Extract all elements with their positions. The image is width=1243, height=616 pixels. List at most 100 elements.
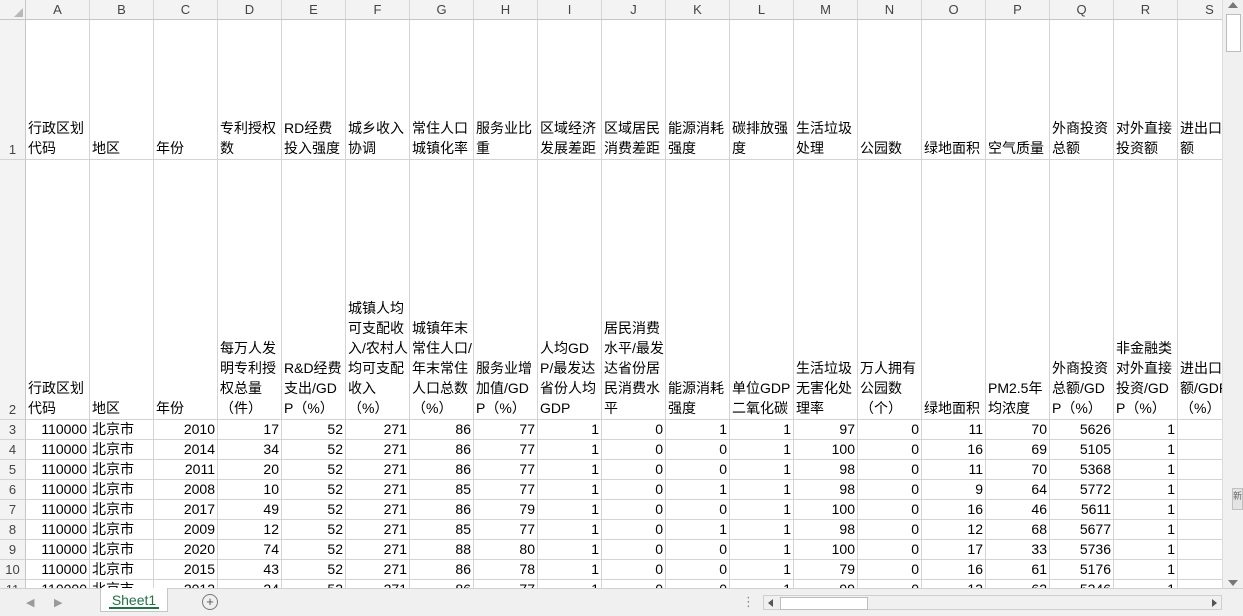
data-cell[interactable]: 北京市 [90, 520, 154, 540]
data-cell[interactable]: 0 [858, 580, 922, 588]
data-cell[interactable]: 77 [474, 580, 538, 588]
data-cell[interactable]: 271 [346, 540, 410, 560]
data-cell[interactable]: 2012 [154, 580, 218, 588]
data-cell[interactable]: 79 [474, 500, 538, 520]
data-cell[interactable]: 52 [282, 440, 346, 460]
data-cell[interactable]: 2010 [154, 420, 218, 440]
data-cell[interactable]: 1 [1114, 580, 1178, 588]
data-cell[interactable]: 0 [666, 580, 730, 588]
header-cell[interactable]: 年份 [154, 20, 218, 160]
data-cell[interactable]: 北京市 [90, 480, 154, 500]
column-header-n[interactable]: N [858, 0, 922, 20]
row-header-11[interactable]: 11 [0, 580, 26, 588]
data-cell[interactable]: 16 [922, 440, 986, 460]
data-cell[interactable]: 110000 [26, 460, 90, 480]
data-cell[interactable]: 北京市 [90, 580, 154, 588]
header-cell[interactable]: 人均GDP/最发达省份人均GDP [538, 160, 602, 420]
header-cell[interactable]: 年份 [154, 160, 218, 420]
data-cell[interactable]: 0 [666, 500, 730, 520]
row-header-6[interactable]: 6 [0, 480, 26, 500]
data-cell[interactable]: 43 [218, 560, 282, 580]
data-cell[interactable]: 12 [1178, 520, 1222, 540]
header-cell[interactable]: 绿地面积 [922, 160, 986, 420]
data-cell[interactable]: 北京市 [90, 420, 154, 440]
data-cell[interactable]: 北京市 [90, 460, 154, 480]
sheet-tab-sheet1[interactable]: Sheet1 [100, 588, 168, 612]
data-cell[interactable]: 1 [1114, 440, 1178, 460]
data-cell[interactable]: 1 [730, 560, 794, 580]
data-cell[interactable]: 52 [282, 480, 346, 500]
row-header-1[interactable]: 1 [0, 20, 26, 160]
select-all-corner[interactable] [0, 0, 26, 20]
header-cell[interactable]: 行政区划代码 [26, 160, 90, 420]
column-header-g[interactable]: G [410, 0, 474, 20]
row-header-8[interactable]: 8 [0, 520, 26, 540]
data-cell[interactable]: 1 [666, 420, 730, 440]
row-header-10[interactable]: 10 [0, 560, 26, 580]
data-cell[interactable]: 0 [858, 520, 922, 540]
scroll-left-arrow-icon[interactable] [768, 599, 773, 607]
data-cell[interactable]: 80 [474, 540, 538, 560]
data-cell[interactable]: 12 [1178, 580, 1222, 588]
header-cell[interactable]: 生活垃圾处理 [794, 20, 858, 160]
data-cell[interactable]: 5246 [1050, 580, 1114, 588]
data-cell[interactable]: 52 [282, 580, 346, 588]
data-cell[interactable]: 1 [1114, 540, 1178, 560]
data-cell[interactable]: 1 [666, 480, 730, 500]
data-cell[interactable]: 110000 [26, 540, 90, 560]
data-cell[interactable]: 0 [858, 560, 922, 580]
data-cell[interactable]: 1 [730, 500, 794, 520]
header-cell[interactable]: 城镇年末常住人口/年末常住人口总数（%） [410, 160, 474, 420]
header-cell[interactable]: 服务业比重 [474, 20, 538, 160]
data-cell[interactable]: 北京市 [90, 440, 154, 460]
row-header-4[interactable]: 4 [0, 440, 26, 460]
data-cell[interactable]: 77 [474, 420, 538, 440]
data-cell[interactable]: 12 [1178, 500, 1222, 520]
data-cell[interactable]: 0 [602, 540, 666, 560]
column-header-k[interactable]: K [666, 0, 730, 20]
data-cell[interactable]: 52 [282, 520, 346, 540]
column-header-l[interactable]: L [730, 0, 794, 20]
data-cell[interactable]: 2008 [154, 480, 218, 500]
header-cell[interactable]: 地区 [90, 160, 154, 420]
header-cell[interactable]: 万人拥有公园数（个） [858, 160, 922, 420]
data-cell[interactable]: 11 [1178, 440, 1222, 460]
data-cell[interactable]: 1 [1114, 500, 1178, 520]
data-cell[interactable]: 0 [666, 460, 730, 480]
side-panel-tab[interactable]: 新 [1232, 488, 1243, 510]
header-cell[interactable]: 进出口总额/GDP（%） [1178, 160, 1222, 420]
data-cell[interactable]: 1 [538, 540, 602, 560]
data-cell[interactable]: 99 [794, 580, 858, 588]
data-cell[interactable]: 0 [666, 560, 730, 580]
column-header-q[interactable]: Q [1050, 0, 1114, 20]
header-cell[interactable]: 地区 [90, 20, 154, 160]
data-cell[interactable]: 1 [1114, 520, 1178, 540]
data-cell[interactable]: 110000 [26, 500, 90, 520]
data-cell[interactable]: 1 [538, 520, 602, 540]
data-cell[interactable]: 北京市 [90, 500, 154, 520]
header-cell[interactable]: 生活垃圾无害化处理率 [794, 160, 858, 420]
data-cell[interactable]: 16 [922, 560, 986, 580]
header-cell[interactable]: 碳排放强度 [730, 20, 794, 160]
data-cell[interactable]: 北京市 [90, 560, 154, 580]
data-cell[interactable]: 2014 [154, 440, 218, 460]
data-cell[interactable]: 16 [922, 500, 986, 520]
row-header-2[interactable]: 2 [0, 160, 26, 420]
column-header-c[interactable]: C [154, 0, 218, 20]
data-cell[interactable]: 52 [282, 560, 346, 580]
header-cell[interactable]: 服务业增加值/GDP（%） [474, 160, 538, 420]
column-header-a[interactable]: A [26, 0, 90, 20]
horizontal-scroll-thumb[interactable] [780, 597, 868, 610]
horizontal-scrollbar[interactable] [763, 595, 1222, 610]
data-cell[interactable]: 2009 [154, 520, 218, 540]
data-cell[interactable]: 1 [730, 460, 794, 480]
header-cell[interactable]: 外商投资总额/GDP（%） [1050, 160, 1114, 420]
data-cell[interactable]: 86 [410, 580, 474, 588]
column-header-f[interactable]: F [346, 0, 410, 20]
data-cell[interactable]: 100 [794, 540, 858, 560]
column-header-e[interactable]: E [282, 0, 346, 20]
data-cell[interactable]: 85 [410, 480, 474, 500]
data-cell[interactable]: 110000 [26, 580, 90, 588]
data-cell[interactable]: 1 [1114, 420, 1178, 440]
data-cell[interactable]: 98 [794, 480, 858, 500]
